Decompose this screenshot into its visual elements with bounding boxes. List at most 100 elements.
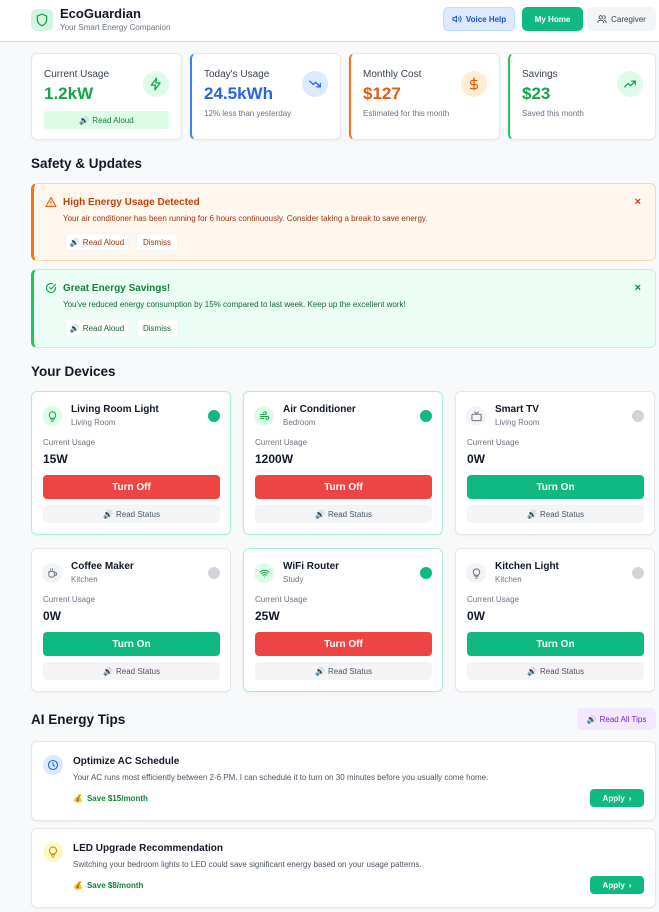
read-status-button[interactable]: 🔊 Read Status: [255, 662, 432, 680]
device-room: Kitchen: [495, 575, 522, 584]
lightbulb-icon: [466, 563, 486, 583]
tip-title: LED Upgrade Recommendation: [73, 843, 224, 854]
speaker-icon: 🔊: [527, 666, 537, 676]
device-room: Living Room: [495, 418, 540, 427]
speaker-icon: 🔊: [79, 115, 90, 125]
apply-label: Apply: [602, 793, 625, 803]
usage-label: Current Usage: [467, 595, 520, 604]
tip-saving: 💰 Save $8/month: [73, 881, 143, 890]
read-aloud-button[interactable]: 🔊 Read Aloud: [65, 319, 129, 337]
tip-card-ac-schedule: Optimize AC Schedule Your AC runs most e…: [31, 741, 656, 821]
apply-label: Apply: [602, 880, 625, 890]
turn-off-button[interactable]: Turn Off: [43, 475, 220, 499]
status-indicator: [208, 567, 220, 579]
stat-value: 24.5kWh: [204, 84, 273, 103]
close-icon[interactable]: ×: [635, 282, 641, 294]
section-title-devices: Your Devices: [31, 364, 116, 379]
stat-card-savings: Savings $23 Saved this month: [508, 53, 656, 140]
read-status-button[interactable]: 🔊 Read Status: [43, 505, 220, 523]
status-indicator: [420, 410, 432, 422]
usage-label: Current Usage: [467, 438, 520, 447]
stat-value: 1.2kW: [44, 84, 94, 103]
my-home-button[interactable]: My Home: [522, 7, 583, 31]
stat-value: $23: [522, 84, 551, 103]
section-title-safety: Safety & Updates: [31, 156, 143, 171]
usage-value: 1200W: [255, 452, 294, 466]
device-name: Kitchen Light: [495, 561, 559, 572]
device-name: WiFi Router: [283, 561, 340, 572]
tip-message: Your AC runs most efficiently between 2-…: [73, 773, 489, 782]
turn-on-button[interactable]: Turn On: [467, 475, 644, 499]
alert-message: Your air conditioner has been running fo…: [63, 214, 428, 223]
usage-label: Current Usage: [255, 438, 308, 447]
dollar-icon: [461, 71, 487, 97]
read-aloud-button[interactable]: 🔊 Read Aloud: [65, 233, 129, 251]
read-status-label: Read Status: [115, 666, 160, 676]
alert-energy-savings: Great Energy Savings! You've reduced ene…: [31, 269, 656, 348]
speaker-icon: 🔊: [315, 666, 325, 676]
check-circle-icon: [45, 282, 57, 294]
usage-label: Current Usage: [43, 595, 96, 604]
caregiver-button[interactable]: Caregiver: [587, 7, 656, 31]
dismiss-button[interactable]: Dismiss: [136, 233, 178, 251]
money-bag-icon: 💰: [73, 794, 83, 803]
read-aloud-button[interactable]: 🔊 Read Aloud: [44, 111, 169, 129]
alert-message: You've reduced energy consumption by 15%…: [63, 300, 406, 309]
read-status-button[interactable]: 🔊 Read Status: [43, 662, 220, 680]
close-icon[interactable]: ×: [635, 196, 641, 208]
users-icon: [597, 14, 607, 24]
read-status-button[interactable]: 🔊 Read Status: [467, 505, 644, 523]
device-card-kitchen-light: Kitchen Light Kitchen Current Usage 0W T…: [455, 548, 655, 692]
wifi-icon: [254, 563, 274, 583]
device-name: Air Conditioner: [283, 404, 356, 415]
usage-value: 0W: [43, 609, 61, 623]
dismiss-button[interactable]: Dismiss: [136, 319, 178, 337]
device-name: Coffee Maker: [71, 561, 134, 572]
clock-icon: [43, 755, 63, 775]
usage-value: 0W: [467, 609, 485, 623]
speaker-icon: 🔊: [315, 509, 325, 519]
turn-off-button[interactable]: Turn Off: [255, 475, 432, 499]
voice-help-button[interactable]: Voice Help: [443, 7, 515, 31]
tip-saving: 💰 Save $15/month: [73, 794, 148, 803]
read-all-tips-button[interactable]: 🔊 Read All Tips: [577, 708, 656, 730]
tip-title: Optimize AC Schedule: [73, 756, 180, 767]
status-indicator: [208, 410, 220, 422]
read-status-label: Read Status: [539, 509, 584, 519]
turn-on-button[interactable]: Turn On: [43, 632, 220, 656]
apply-button[interactable]: Apply ›: [590, 789, 644, 807]
device-card-air-conditioner: Air Conditioner Bedroom Current Usage 12…: [243, 391, 443, 535]
stat-sub: 12% less than yesterday: [204, 109, 292, 118]
tip-card-led-upgrade: LED Upgrade Recommendation Switching you…: [31, 828, 656, 908]
chevron-right-icon: ›: [628, 880, 632, 890]
speaker-icon: 🔊: [103, 509, 113, 519]
device-room: Bedroom: [283, 418, 316, 427]
speaker-icon: [452, 14, 462, 24]
read-aloud-label: Read Aloud: [92, 115, 134, 125]
speaker-icon: 🔊: [103, 666, 113, 676]
brand-title: EcoGuardian: [60, 6, 141, 21]
section-title-tips: AI Energy Tips: [31, 712, 126, 727]
read-status-button[interactable]: 🔊 Read Status: [467, 662, 644, 680]
tv-icon: [466, 406, 486, 426]
tip-message: Switching your bedroom lights to LED cou…: [73, 860, 422, 869]
stat-sub: Saved this month: [522, 109, 584, 118]
read-status-label: Read Status: [539, 666, 584, 676]
tip-saving-label: Save $8/month: [86, 881, 144, 890]
lightbulb-icon: [42, 406, 62, 426]
turn-off-button[interactable]: Turn Off: [255, 632, 432, 656]
read-status-button[interactable]: 🔊 Read Status: [255, 505, 432, 523]
chevron-right-icon: ›: [628, 793, 632, 803]
device-room: Living Room: [71, 418, 116, 427]
usage-value: 0W: [467, 452, 485, 466]
usage-value: 15W: [43, 452, 68, 466]
app-header: EcoGuardian Your Smart Energy Companion …: [0, 0, 659, 42]
wind-icon: [254, 406, 274, 426]
usage-value: 25W: [255, 609, 280, 623]
apply-button[interactable]: Apply ›: [590, 876, 644, 894]
alert-title: High Energy Usage Detected: [63, 197, 200, 208]
stat-label: Savings: [522, 69, 558, 80]
device-card-living-room-light: Living Room Light Living Room Current Us…: [31, 391, 231, 535]
turn-on-button[interactable]: Turn On: [467, 632, 644, 656]
trending-up-icon: [617, 71, 643, 97]
